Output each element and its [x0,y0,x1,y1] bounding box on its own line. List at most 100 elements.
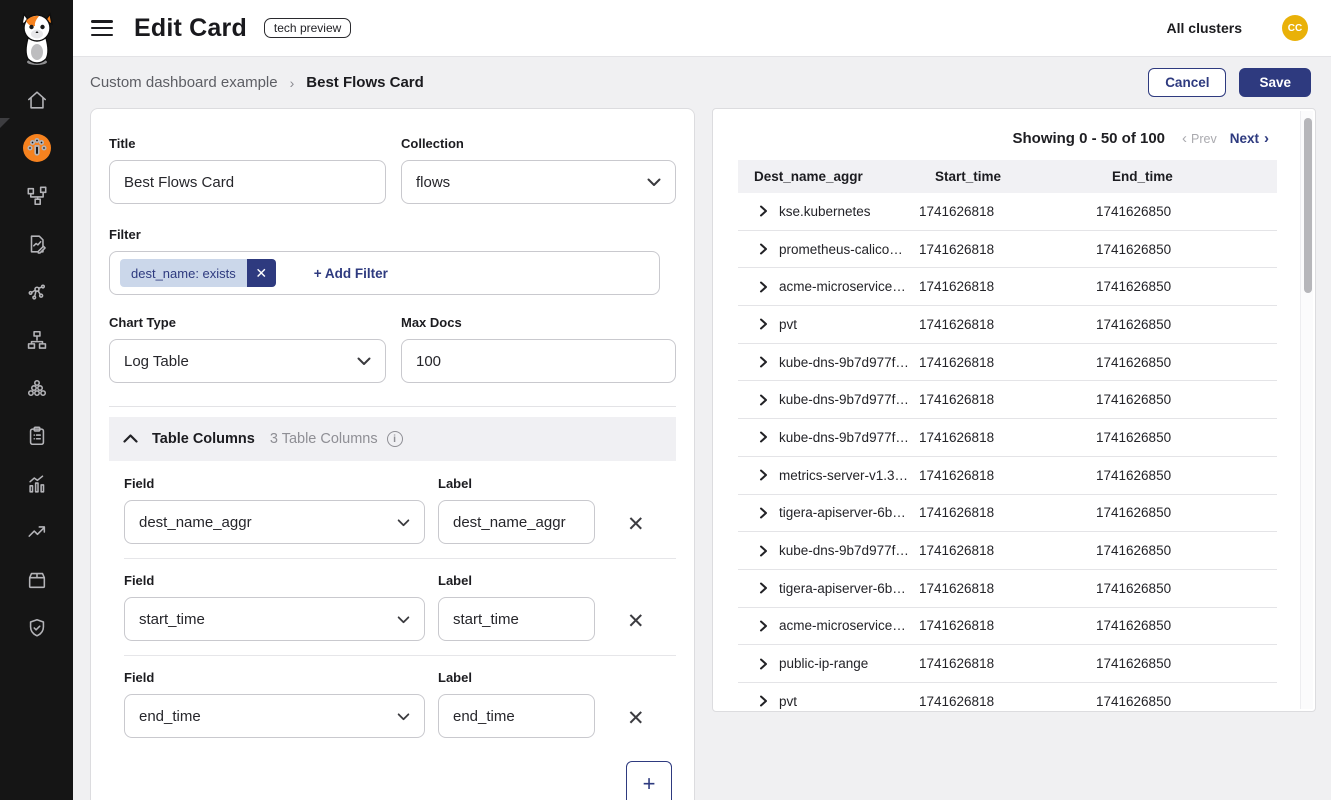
table-row[interactable]: kse.kubernetes17416268181741626850 [738,193,1277,231]
user-avatar[interactable]: CC [1282,15,1308,41]
calico-cat-logo[interactable] [0,0,73,66]
expand-row-icon[interactable] [759,582,768,594]
expand-row-icon[interactable] [759,356,768,368]
title-input[interactable] [109,160,386,204]
dest-name-cell: tigera-apiserver-6b… [779,581,906,596]
sidebar-item-trends[interactable] [0,510,73,558]
table-columns-section-header[interactable]: Table Columns 3 Table Columns i [109,417,676,461]
sidebar-item-network[interactable] [0,318,73,366]
table-header-row: Dest_name_aggr Start_time End_time [738,160,1277,193]
label-input[interactable] [438,500,595,544]
expand-row-icon[interactable] [759,469,768,481]
sidebar-item-policies[interactable] [0,414,73,462]
add-filter-button[interactable]: + Add Filter [314,266,388,281]
dest-name-cell: kube-dns-9b7d977f… [779,355,909,370]
sidebar-item-security[interactable] [0,606,73,654]
collection-select[interactable]: flows [401,160,676,204]
sidebar-item-home[interactable] [0,78,73,126]
remove-filter-icon[interactable]: ✕ [247,259,276,287]
table-row[interactable]: acme-microservice…17416268181741626850 [738,268,1277,306]
divider [109,406,676,407]
breadcrumb-parent[interactable]: Custom dashboard example [90,74,278,91]
dest-name-cell: kube-dns-9b7d977f… [779,430,909,445]
add-column-button[interactable]: + [626,761,672,800]
chevron-up-icon[interactable] [123,430,138,448]
label-label: Label [438,573,595,588]
active-page-wedge [0,118,10,128]
start-time-cell: 1741626818 [919,355,1096,370]
cluster-selector[interactable]: All clusters [1167,20,1242,36]
expand-row-icon[interactable] [759,695,768,707]
expand-row-icon[interactable] [759,205,768,217]
column-config-row: Field end_time Label ✕ [124,670,676,738]
field-select[interactable]: end_time [124,694,425,738]
save-button[interactable]: Save [1239,68,1311,97]
end-time-cell: 1741626850 [1096,204,1277,219]
chevron-left-icon: ‹ [1182,130,1187,147]
field-select[interactable]: start_time [124,597,425,641]
preview-table: Dest_name_aggr Start_time End_time kse.k… [738,160,1277,712]
table-row[interactable]: public-ip-range17416268181741626850 [738,645,1277,683]
max-docs-input[interactable] [401,339,676,383]
expand-row-icon[interactable] [759,431,768,443]
sidebar-item-packages[interactable] [0,558,73,606]
end-time-cell: 1741626850 [1096,581,1277,596]
scrollbar-thumb[interactable] [1304,118,1312,293]
sidebar-item-topology[interactable] [0,174,73,222]
prev-page-button[interactable]: ‹ Prev [1182,130,1217,147]
table-row[interactable]: kube-dns-9b7d977f…17416268181741626850 [738,381,1277,419]
remove-column-icon[interactable]: ✕ [627,514,645,535]
dest-name-cell: metrics-server-v1.3… [779,468,908,483]
expand-row-icon[interactable] [759,281,768,293]
start-time-cell: 1741626818 [919,581,1096,596]
sidebar-nav [0,78,73,654]
table-row[interactable]: pvt17416268181741626850 [738,683,1277,712]
chevron-down-icon [357,353,371,370]
cancel-button[interactable]: Cancel [1148,68,1226,97]
sitemap-icon [26,329,48,356]
sidebar-item-clusters[interactable] [0,366,73,414]
field-select[interactable]: dest_name_aggr [124,500,425,544]
end-time-cell: 1741626850 [1096,317,1277,332]
scrollbar-track[interactable] [1300,111,1313,709]
dest-name-cell: pvt [779,694,797,709]
sidebar-item-dashboards[interactable] [0,126,73,174]
table-row[interactable]: prometheus-calico…17416268181741626850 [738,231,1277,269]
chart-type-select[interactable]: Log Table [109,339,386,383]
expand-row-icon[interactable] [759,545,768,557]
expand-row-icon[interactable] [759,658,768,670]
remove-column-icon[interactable]: ✕ [627,708,645,729]
remove-column-icon[interactable]: ✕ [627,611,645,632]
table-row[interactable]: metrics-server-v1.3…17416268181741626850 [738,457,1277,495]
next-page-button[interactable]: Next › [1230,130,1269,147]
table-row[interactable]: kube-dns-9b7d977f…17416268181741626850 [738,419,1277,457]
expand-row-icon[interactable] [759,507,768,519]
end-time-cell: 1741626850 [1096,543,1277,558]
field-label: Field [124,476,425,491]
table-row[interactable]: kube-dns-9b7d977f…17416268181741626850 [738,532,1277,570]
hamburger-menu-icon[interactable] [91,20,113,36]
sidebar-item-reports[interactable] [0,222,73,270]
table-row[interactable]: tigera-apiserver-6b…17416268181741626850 [738,495,1277,533]
label-input[interactable] [438,694,595,738]
table-row[interactable]: pvt17416268181741626850 [738,306,1277,344]
start-time-cell: 1741626818 [919,204,1096,219]
expand-row-icon[interactable] [759,394,768,406]
column-config-row: Field start_time Label ✕ [124,573,676,641]
sidebar-item-statistics[interactable] [0,462,73,510]
label-input[interactable] [438,597,595,641]
expand-row-icon[interactable] [759,318,768,330]
label-label: Label [438,670,595,685]
chevron-down-icon [397,708,410,725]
tech-preview-badge: tech preview [264,18,351,38]
table-row[interactable]: kube-dns-9b7d977f…17416268181741626850 [738,344,1277,382]
table-row[interactable]: acme-microservice…17416268181741626850 [738,608,1277,646]
expand-row-icon[interactable] [759,243,768,255]
preview-table-body: kse.kubernetes17416268181741626850promet… [738,193,1277,712]
end-time-cell: 1741626850 [1096,618,1277,633]
sidebar-item-service-graph[interactable] [0,270,73,318]
breadcrumb-current: Best Flows Card [306,74,424,91]
expand-row-icon[interactable] [759,620,768,632]
info-icon[interactable]: i [387,431,403,447]
table-row[interactable]: tigera-apiserver-6b… 17416268181741626850 [738,570,1277,608]
